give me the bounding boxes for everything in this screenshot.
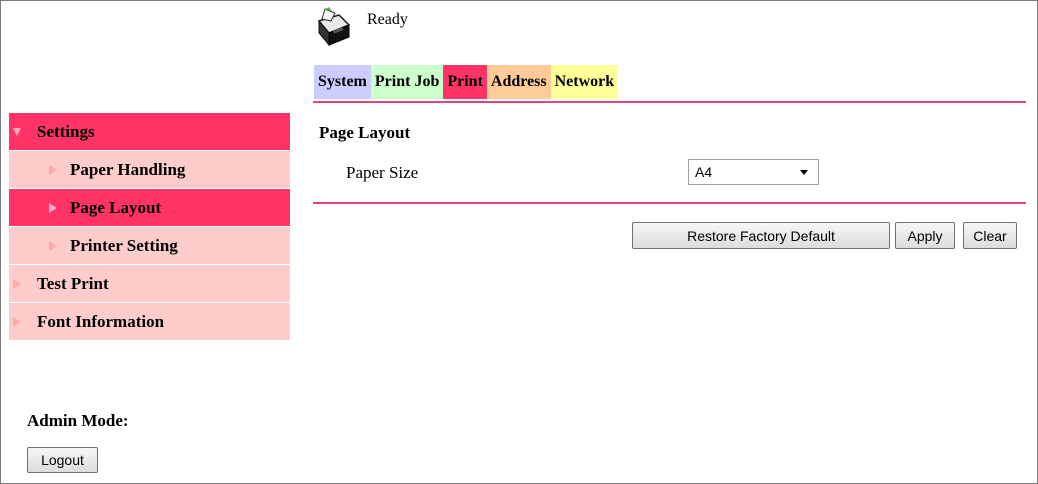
bottom-divider [313,202,1026,204]
chevron-down-icon [800,170,808,175]
sidebar-item-test-print[interactable]: Test Print [9,265,290,303]
sidebar-item-font-information[interactable]: Font Information [9,303,290,341]
status-text: Ready [367,11,408,28]
top-divider [313,101,1026,103]
paper-size-label: Paper Size [346,163,419,182]
sidebar-item-label: Printer Setting [70,236,178,255]
admin-mode-label: Admin Mode: [27,411,129,430]
tab-address[interactable]: Address [486,65,551,99]
logout-button[interactable]: Logout [27,447,98,473]
tab-print[interactable]: Print [443,65,487,99]
sidebar-item-page-layout[interactable]: Page Layout [9,189,290,227]
tab-system[interactable]: System [314,65,371,99]
chevron-right-icon [49,189,59,227]
sidebar-item-label: Test Print [37,274,109,293]
paper-size-select[interactable]: A4 [688,159,819,185]
chevron-right-icon [13,265,23,303]
tab-network[interactable]: Network [550,65,619,99]
status-area: Ready [313,7,408,47]
chevron-right-icon [49,227,59,265]
app-frame: Ready System Print Job Print Address Net… [0,0,1038,484]
printer-status-icon [313,7,353,47]
sidebar-item-settings[interactable]: Settings [9,113,290,151]
paper-size-value: A4 [695,164,713,180]
page-title: Page Layout [319,123,411,142]
sidebar-item-printer-setting[interactable]: Printer Setting [9,227,290,265]
apply-button[interactable]: Apply [895,222,955,249]
sidebar-item-label: Font Information [37,312,165,331]
chevron-right-icon [49,151,59,189]
clear-button[interactable]: Clear [963,222,1017,249]
sidebar-item-label: Paper Handling [70,160,186,179]
chevron-down-icon [13,113,23,151]
tab-print-job[interactable]: Print Job [370,65,444,99]
top-tab-bar: System Print Job Print Address Network [314,65,619,99]
restore-factory-default-button[interactable]: Restore Factory Default [632,222,890,249]
sidebar-item-label: Settings [37,122,95,141]
sidebar: Settings Paper Handling Page Layout Prin… [9,113,290,341]
sidebar-item-label: Page Layout [70,198,162,217]
sidebar-item-paper-handling[interactable]: Paper Handling [9,151,290,189]
chevron-right-icon [13,303,23,341]
